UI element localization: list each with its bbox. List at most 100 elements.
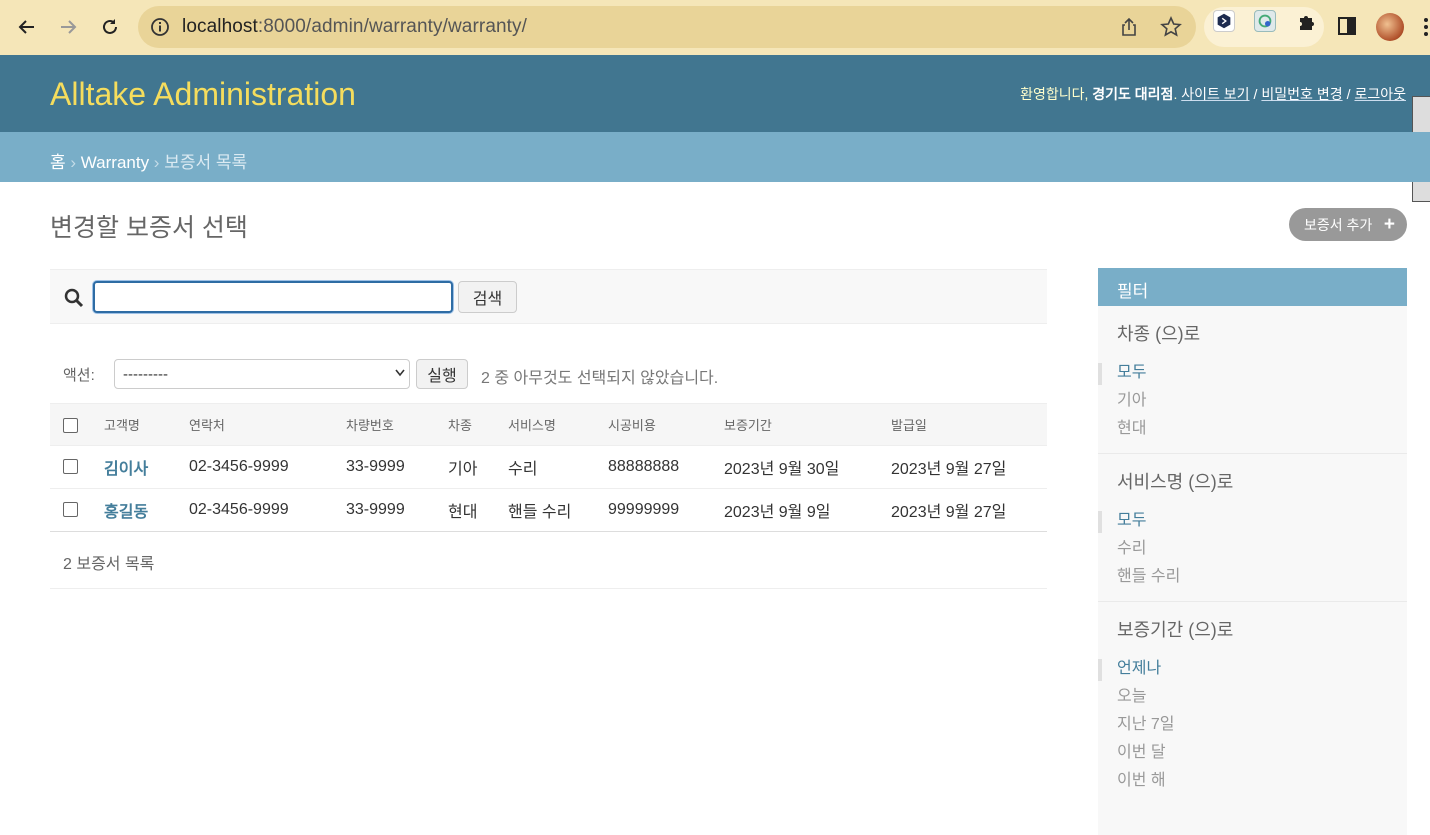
customer-link[interactable]: 홍길동 [104,504,148,521]
table-cell: 33-9999 [346,488,448,532]
table-cell: 99999999 [608,488,724,532]
search-toolbar: 검색 [50,269,1047,324]
filter-section-car-type: 차종 (으)로 모두 기아 현대 [1098,306,1407,454]
paginator: 2 보증서 목록 [50,534,1047,589]
plus-icon: + [1383,214,1395,235]
row-select-cell [50,488,104,532]
column-header[interactable]: 시공비용 [608,403,724,446]
puzzle-icon[interactable] [1296,10,1318,32]
view-site-link[interactable]: 사이트 보기 [1181,86,1249,102]
column-header[interactable]: 발급일 [891,403,1047,446]
filter-option[interactable]: 이번 해 [1117,767,1388,795]
table-cell: 수리 [508,445,608,489]
side-panel-icon[interactable] [1338,17,1356,35]
filter-option[interactable]: 오늘 [1117,683,1388,711]
page-title: 변경할 보증서 선택 [50,214,248,242]
extension-icon[interactable] [1213,10,1235,32]
add-warranty-label: 보증서 추가 [1304,216,1373,233]
table-cell: 33-9999 [346,445,448,489]
reload-icon [103,19,117,34]
table-cell: 현대 [448,488,508,532]
table-row: 김이사 02-3456-9999 33-9999 기아 수리 88888888 … [50,445,1047,489]
table-cell: 2023년 9월 27일 [891,488,1047,532]
table-cell: 기아 [448,445,508,489]
filter-option[interactable]: 모두 [1098,507,1388,535]
filter-section-title: 차종 (으)로 [1117,324,1201,344]
url-text: localhost:8000/admin/warranty/warranty/ [182,16,528,37]
browser-toolbar: localhost:8000/admin/warranty/warranty/ [0,0,1430,55]
bookmark-star-icon[interactable] [1160,16,1182,38]
site-info-icon[interactable] [150,17,170,37]
table-cell: 88888888 [608,445,724,489]
column-header[interactable]: 차종 [448,403,508,446]
row-checkbox[interactable] [63,459,78,475]
column-header[interactable]: 연락처 [189,403,346,446]
result-table: 고객명 연락처 차량번호 차종 서비스명 시공비용 보증기간 발급일 김이사 0… [50,403,1047,532]
extension-icon[interactable] [1254,10,1276,32]
address-bar[interactable]: localhost:8000/admin/warranty/warranty/ [138,6,1196,48]
site-name[interactable]: Alltake Administration [50,76,356,113]
search-input[interactable] [93,281,453,313]
filter-section-warranty-period: 보증기간 (으)로 언제나 오늘 지난 7일 이번 달 이번 해 [1098,602,1407,805]
table-cell: 2023년 9월 27일 [891,445,1047,489]
actions-bar: 액션: --------- 실행 2 중 아무것도 선택되지 않았습니다. [50,355,1047,395]
filter-option[interactable]: 이번 달 [1117,739,1388,767]
action-select[interactable]: --------- [114,359,410,389]
filter-option[interactable]: 수리 [1117,535,1388,563]
breadcrumb-app[interactable]: Warranty [81,153,149,172]
profile-avatar[interactable] [1376,13,1404,41]
add-warranty-button[interactable]: 보증서 추가 + [1289,208,1407,241]
forward-arrow-icon [61,20,77,34]
table-header-row: 고객명 연락처 차량번호 차종 서비스명 시공비용 보증기간 발급일 [50,403,1047,446]
filter-panel: 필터 차종 (으)로 모두 기아 현대 서비스명 (으)로 모두 수리 핸들 수… [1098,268,1407,835]
row-checkbox[interactable] [63,502,78,518]
back-button[interactable] [12,12,42,42]
filter-option[interactable]: 지난 7일 [1117,711,1388,739]
site-header: Alltake Administration 환영합니다, 경기도 대리점. 사… [0,55,1430,132]
selection-counter: 2 중 아무것도 선택되지 않았습니다. [481,370,719,387]
filter-option[interactable]: 언제나 [1098,655,1388,683]
customer-cell: 홍길동 [104,488,189,532]
table-cell: 핸들 수리 [508,488,608,532]
column-header[interactable]: 보증기간 [724,403,891,446]
user-tools: 환영합니다, 경기도 대리점. 사이트 보기 / 비밀번호 변경 / 로그아웃 [1020,86,1406,102]
reload-button[interactable] [95,12,125,42]
filter-section-title: 보증기간 (으)로 [1117,620,1234,640]
search-icon [64,288,84,308]
table-cell: 02-3456-9999 [189,488,346,532]
filter-option[interactable]: 모두 [1098,359,1388,387]
logout-link[interactable]: 로그아웃 [1354,86,1406,102]
breadcrumb-home[interactable]: 홈 [50,153,66,172]
filter-option[interactable]: 기아 [1117,387,1388,415]
table-cell: 2023년 9월 30일 [724,445,891,489]
table-cell: 2023년 9월 9일 [724,488,891,532]
breadcrumb: 홈 › Warranty › 보증서 목록 [0,132,1430,182]
customer-link[interactable]: 김이사 [104,461,148,478]
column-header[interactable]: 서비스명 [508,403,608,446]
filter-title: 필터 [1098,268,1407,306]
run-action-button[interactable]: 실행 [416,359,468,389]
forward-button[interactable] [53,12,83,42]
action-label: 액션: [63,367,95,384]
select-all-checkbox[interactable] [63,417,78,433]
change-password-link[interactable]: 비밀번호 변경 [1261,86,1342,102]
search-button[interactable]: 검색 [458,281,517,313]
filter-option[interactable]: 핸들 수리 [1117,563,1388,591]
table-row: 홍길동 02-3456-9999 33-9999 현대 핸들 수리 999999… [50,488,1047,532]
back-arrow-icon [18,20,34,34]
row-select-cell [50,445,104,489]
welcome-text: 환영합니다, [1020,86,1089,102]
menu-dots-icon[interactable] [1422,16,1430,38]
customer-cell: 김이사 [104,445,189,489]
filter-section-title: 서비스명 (으)로 [1117,472,1234,492]
select-all-cell [50,403,104,446]
share-icon[interactable] [1118,16,1140,38]
table-cell: 02-3456-9999 [189,445,346,489]
filter-section-service: 서비스명 (으)로 모두 수리 핸들 수리 [1098,454,1407,602]
chevron-down-icon [395,369,405,377]
column-header[interactable]: 고객명 [104,403,189,446]
filter-option[interactable]: 현대 [1117,415,1388,443]
username: 경기도 대리점 [1092,86,1174,102]
column-header[interactable]: 차량번호 [346,403,448,446]
breadcrumb-current: 보증서 목록 [164,153,248,172]
